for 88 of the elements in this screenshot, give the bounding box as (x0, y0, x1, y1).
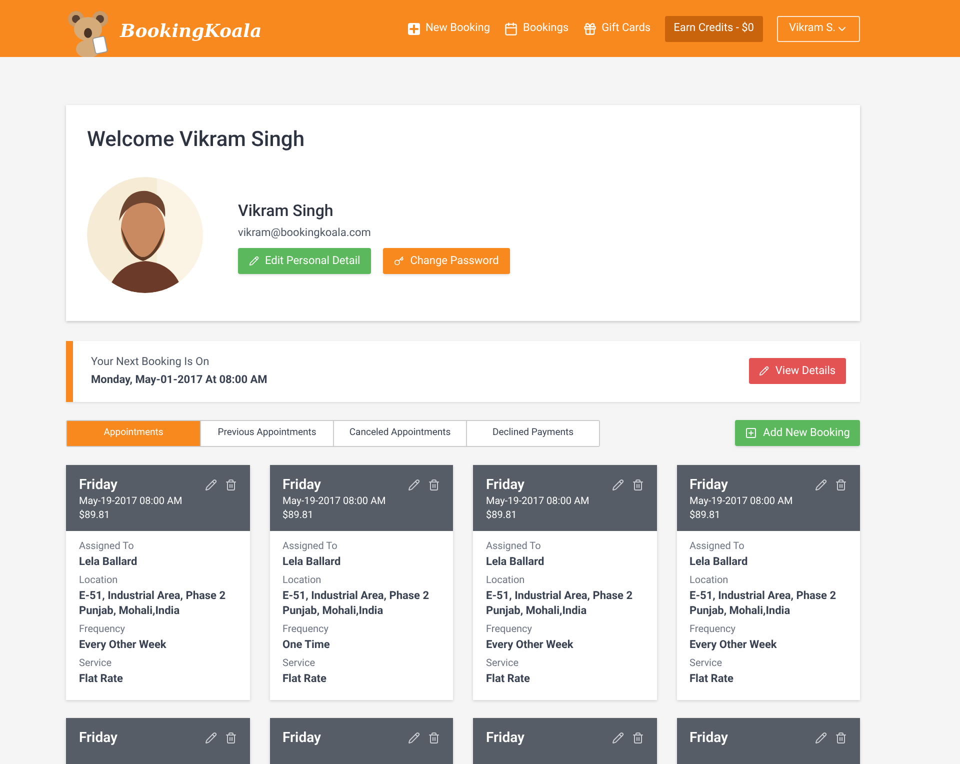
field-value: Every Other Week (486, 636, 574, 652)
tab[interactable]: Appointments (67, 420, 200, 446)
trash-icon[interactable] (428, 478, 440, 490)
card-day: Friday (690, 474, 728, 494)
edit-icon[interactable] (204, 732, 216, 744)
trash-icon[interactable] (632, 732, 644, 744)
card-day: Friday (282, 474, 321, 494)
pencil-icon (249, 256, 259, 266)
nav-link[interactable]: Bookings (504, 20, 569, 37)
user-menu-button[interactable]: Vikram S. (777, 16, 860, 42)
plus-icon (745, 427, 758, 439)
field-value: Lela Ballard (79, 554, 138, 568)
edit-personal-detail-button[interactable]: Edit Personal Detail (238, 248, 372, 274)
field-label: Assigned To (79, 540, 135, 554)
card-price: $89.81 (486, 508, 518, 522)
field-value: Lela Ballard (282, 554, 342, 568)
trash-icon[interactable] (428, 732, 440, 744)
welcome-title: Welcome Vikram Singh (87, 127, 306, 154)
change-password-button[interactable]: Change Password (383, 248, 510, 274)
brand-name[interactable]: BookingKoala (120, 18, 262, 44)
card-day: Friday (486, 728, 524, 748)
field-label: Location (486, 574, 526, 588)
next-booking-date: Monday, May-01-2017 At 08:00 AM (91, 372, 268, 388)
key-icon (394, 256, 404, 266)
add-new-booking-button[interactable]: Add New Booking (735, 420, 860, 446)
edit-icon[interactable] (408, 478, 420, 490)
calendar-icon (504, 22, 518, 36)
next-booking-label: Your Next Booking Is On (91, 354, 210, 370)
card-day: Friday (79, 728, 118, 748)
field-label: Assigned To (282, 540, 338, 554)
card-day: Friday (486, 474, 524, 494)
nav-link[interactable]: Gift Cards (582, 20, 651, 37)
profile-name: Vikram Singh (238, 200, 334, 222)
edit-icon[interactable] (612, 478, 624, 490)
trash-icon[interactable] (632, 478, 644, 490)
field-value: Lela Ballard (690, 554, 749, 568)
field-value: E-51, Industrial Area, Phase 2 Punjab, Mohali,India (690, 588, 838, 618)
tab[interactable]: Declined Payments (466, 420, 599, 446)
field-label: Service (79, 656, 113, 670)
card-price: $89.81 (282, 508, 314, 522)
field-label: Frequency (486, 622, 533, 636)
card-datetime: May-19-2017 08:00 AM (282, 494, 387, 508)
field-value: Every Other Week (690, 636, 778, 652)
card-day: Friday (79, 474, 118, 494)
field-label: Location (282, 574, 322, 588)
nav-link[interactable]: New Booking (408, 20, 490, 37)
field-value: One Time (282, 636, 331, 652)
card-price: $89.81 (690, 508, 722, 522)
edit-icon[interactable] (612, 732, 624, 744)
field-value: E-51, Industrial Area, Phase 2 Punjab, Mohali,India (486, 588, 634, 618)
card-datetime: May-19-2017 08:00 AM (79, 494, 184, 508)
trash-icon[interactable] (835, 478, 847, 490)
field-value: Every Other Week (79, 636, 168, 652)
field-value: E-51, Industrial Area, Phase 2 Punjab, Mohali,India (282, 588, 430, 618)
field-label: Service (690, 656, 724, 670)
field-label: Location (79, 574, 119, 588)
edit-icon[interactable] (204, 478, 216, 490)
trash-icon[interactable] (224, 732, 236, 744)
field-label: Frequency (79, 622, 126, 636)
gift-icon (582, 22, 597, 36)
trash-icon[interactable] (835, 732, 847, 744)
pencil-icon (759, 366, 770, 376)
trash-icon[interactable] (224, 478, 236, 490)
card-day: Friday (282, 728, 321, 748)
field-value: Flat Rate (282, 670, 328, 686)
field-value: Flat Rate (486, 670, 531, 686)
field-label: Assigned To (690, 540, 746, 554)
card-price: $89.81 (79, 508, 111, 522)
field-value: Flat Rate (79, 670, 124, 686)
earn-credits-button[interactable]: Earn Credits - $0 (664, 16, 763, 42)
card-datetime: May-19-2017 08:00 AM (690, 494, 794, 508)
field-label: Assigned To (486, 540, 542, 554)
edit-icon[interactable] (815, 732, 827, 744)
plus-icon (408, 22, 420, 34)
field-label: Frequency (282, 622, 330, 636)
field-label: Frequency (690, 622, 736, 636)
field-label: Service (282, 656, 316, 670)
field-value: Flat Rate (690, 670, 734, 686)
card-datetime: May-19-2017 08:00 AM (486, 494, 590, 508)
field-value: E-51, Industrial Area, Phase 2 Punjab, Mohali,India (79, 588, 227, 618)
view-details-button[interactable]: View Details (749, 358, 846, 384)
edit-icon[interactable] (815, 478, 827, 490)
field-label: Service (486, 656, 520, 670)
field-label: Location (690, 574, 730, 588)
profile-email: vikram@bookingkoala.com (238, 225, 372, 242)
card-day: Friday (690, 728, 728, 748)
edit-icon[interactable] (408, 732, 420, 744)
field-value: Lela Ballard (486, 554, 546, 568)
